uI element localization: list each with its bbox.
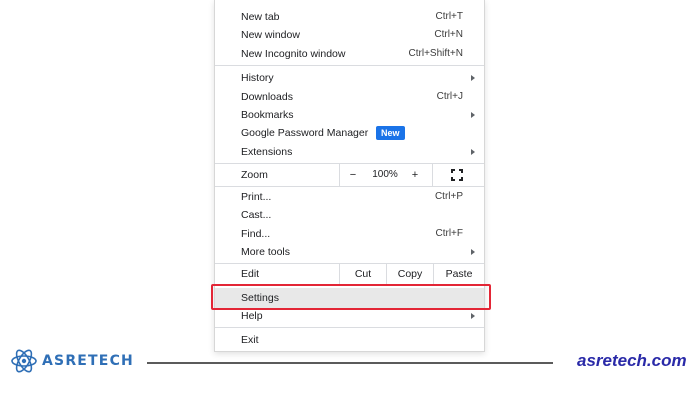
- menu-item-label: Google Password Manager: [241, 127, 369, 139]
- menu-item-settings[interactable]: Settings: [215, 289, 484, 307]
- menu-item-label: More tools: [241, 246, 291, 258]
- menu-item-label: Extensions: [241, 146, 293, 158]
- menu-item-history[interactable]: History: [215, 69, 484, 87]
- shortcut-label: Ctrl+J: [436, 91, 463, 102]
- fullscreen-icon[interactable]: [451, 169, 463, 181]
- zoom-out-button[interactable]: −: [341, 164, 365, 186]
- menu-item-label: Print...: [241, 191, 272, 203]
- menu-item-new-incognito-window[interactable]: New Incognito window Ctrl+Shift+N: [215, 45, 484, 63]
- chevron-right-icon: [471, 249, 475, 255]
- menu-item-more-tools[interactable]: More tools: [215, 243, 484, 261]
- menu-item-label: Help: [241, 310, 263, 322]
- atom-logo-icon: [11, 349, 37, 373]
- divider: [339, 164, 340, 186]
- zoom-level: 100%: [372, 169, 398, 180]
- menu-item-new-window[interactable]: New window Ctrl+N: [215, 26, 484, 44]
- menu-separator: [215, 65, 484, 66]
- menu-item-print[interactable]: Print... Ctrl+P: [215, 188, 484, 206]
- edit-row: Edit Cut Copy Paste: [215, 263, 484, 285]
- new-badge: New: [376, 126, 405, 140]
- shortcut-label: Ctrl+T: [435, 11, 464, 22]
- copy-button[interactable]: Copy: [387, 263, 433, 285]
- edit-label: Edit: [241, 268, 260, 280]
- zoom-row: Zoom − 100% +: [215, 164, 484, 186]
- menu-item-new-tab[interactable]: New tab Ctrl+T: [215, 8, 484, 26]
- paste-button[interactable]: Paste: [434, 263, 484, 285]
- menu-item-label: Downloads: [241, 91, 293, 103]
- site-url[interactable]: asretech.com: [577, 351, 687, 371]
- menu-item-label: Cast...: [241, 209, 272, 221]
- menu-item-label: Settings: [241, 292, 279, 304]
- shortcut-label: Ctrl+N: [434, 29, 463, 40]
- menu-item-extensions[interactable]: Extensions: [215, 143, 484, 161]
- menu-item-cast[interactable]: Cast...: [215, 206, 484, 224]
- menu-item-label: Exit: [241, 334, 259, 346]
- chevron-right-icon: [471, 313, 475, 319]
- cut-button[interactable]: Cut: [340, 263, 386, 285]
- menu-item-find[interactable]: Find... Ctrl+F: [215, 225, 484, 243]
- brand-name: ASRETECH: [42, 353, 134, 369]
- chevron-right-icon: [471, 112, 475, 118]
- menu-item-downloads[interactable]: Downloads Ctrl+J: [215, 88, 484, 106]
- brand-logo-group: ASRETECH: [10, 347, 134, 375]
- menu-item-password-manager[interactable]: Google Password Manager New: [215, 124, 484, 142]
- menu-item-label: New window: [241, 29, 300, 41]
- chrome-menu: New tab Ctrl+T New window Ctrl+N New Inc…: [214, 0, 485, 352]
- menu-item-help[interactable]: Help: [215, 307, 484, 325]
- shortcut-label: Ctrl+P: [434, 191, 463, 202]
- menu-item-label: New Incognito window: [241, 48, 346, 60]
- menu-item-label: Find...: [241, 228, 271, 240]
- divider: [432, 164, 433, 186]
- menu-separator: [215, 327, 484, 328]
- shortcut-label: Ctrl+Shift+N: [408, 48, 463, 59]
- chevron-right-icon: [471, 75, 475, 81]
- menu-separator: [215, 186, 484, 187]
- zoom-in-button[interactable]: +: [405, 164, 425, 186]
- zoom-label: Zoom: [241, 169, 268, 181]
- menu-separator: [215, 285, 484, 286]
- footer-divider: [147, 362, 553, 364]
- menu-item-label: Bookmarks: [241, 109, 294, 121]
- menu-item-label: History: [241, 72, 274, 84]
- menu-item-exit[interactable]: Exit: [215, 331, 484, 349]
- shortcut-label: Ctrl+F: [435, 228, 464, 239]
- chevron-right-icon: [471, 149, 475, 155]
- menu-item-bookmarks[interactable]: Bookmarks: [215, 106, 484, 124]
- menu-item-label: New tab: [241, 11, 280, 23]
